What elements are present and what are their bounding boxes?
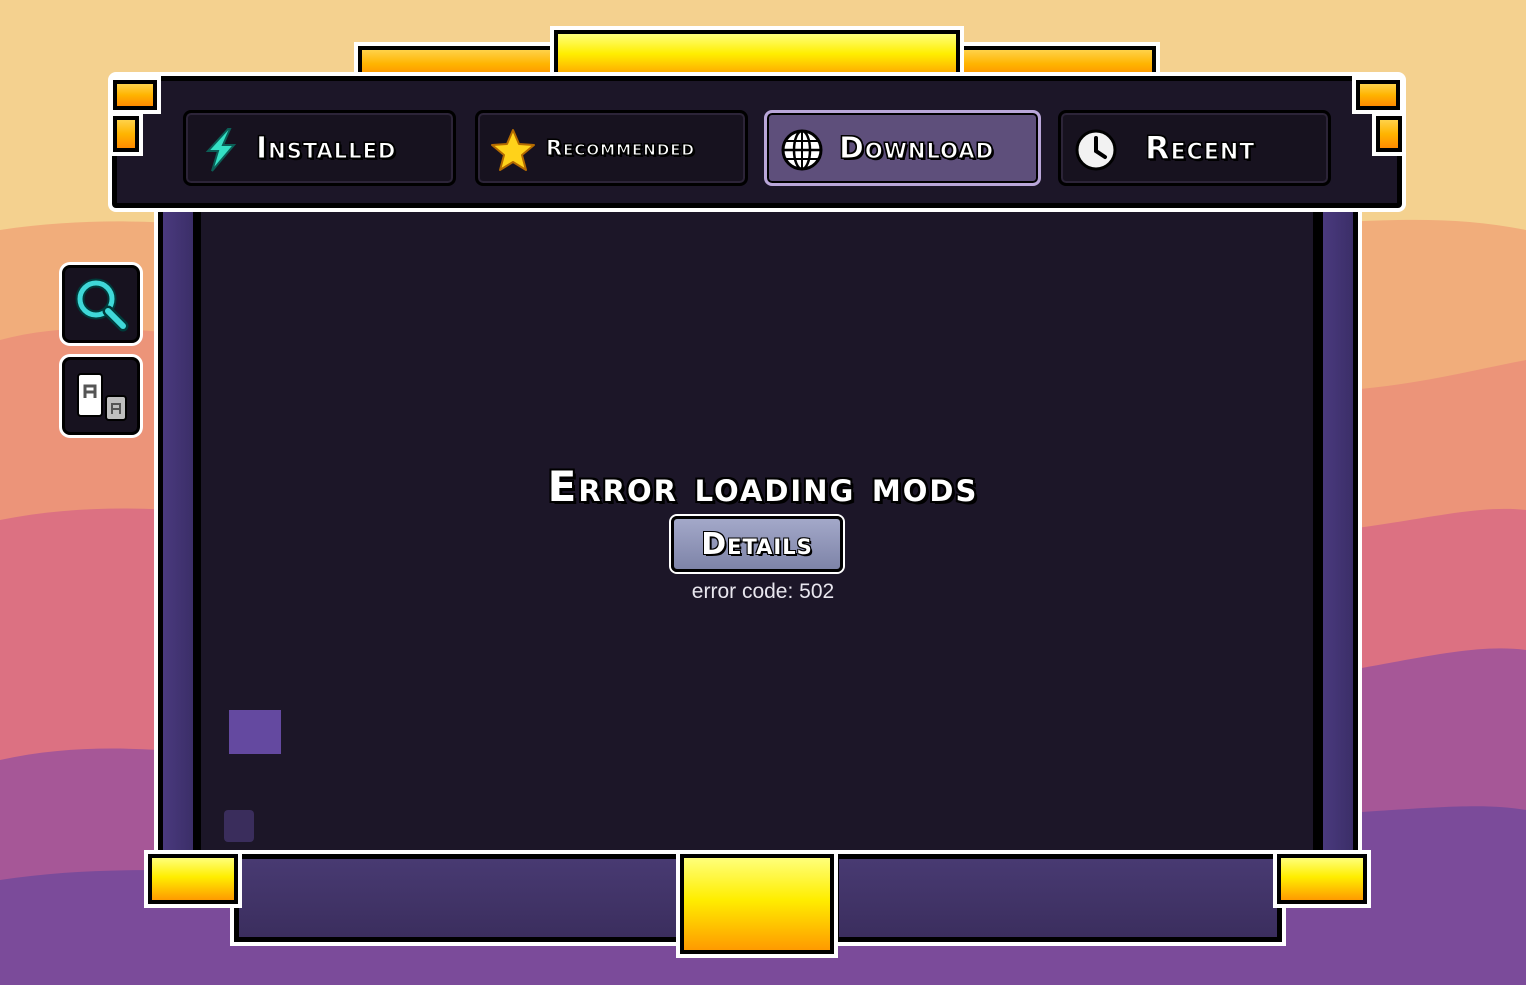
star-icon [491, 129, 535, 171]
corner-block-top-left-1 [113, 80, 157, 110]
tab-recent-label: Recent [1144, 129, 1256, 168]
clock-icon [1075, 129, 1117, 171]
search-button[interactable] [62, 265, 140, 343]
details-button[interactable]: Details [671, 516, 843, 572]
view-size-button[interactable] [62, 357, 140, 435]
view-size-icon [77, 373, 127, 421]
right-rail [1318, 200, 1358, 868]
tab-installed[interactable]: Installed [183, 110, 456, 186]
search-icon [75, 278, 129, 332]
bottom-bar-left [234, 854, 682, 942]
tab-download-label: Download [838, 130, 995, 166]
bottom-bar-right [834, 854, 1282, 942]
error-title: Error loading mods [547, 462, 979, 511]
download-arrow-icon [205, 128, 237, 172]
bottom-gold-block-right [1277, 854, 1367, 904]
top-gold-bar-center [554, 30, 960, 82]
globe-icon [781, 129, 823, 171]
corner-block-top-left-2 [113, 116, 139, 152]
corner-block-top-right-1 [1356, 80, 1400, 110]
error-code: error code: 502 [691, 580, 835, 603]
tab-recommended-label: Recommended [546, 136, 695, 161]
tab-installed-label: Installed [255, 130, 397, 166]
decorative-square [229, 710, 281, 754]
bottom-gold-block-center [680, 854, 834, 954]
corner-block-top-right-2 [1376, 116, 1402, 152]
decorative-square-small [224, 810, 254, 842]
left-rail [158, 200, 198, 868]
tab-recent[interactable]: Recent [1058, 110, 1331, 186]
tab-recommended[interactable]: Recommended [475, 110, 748, 186]
bottom-gold-block-left [148, 854, 238, 904]
tab-download[interactable]: Download [764, 110, 1041, 186]
